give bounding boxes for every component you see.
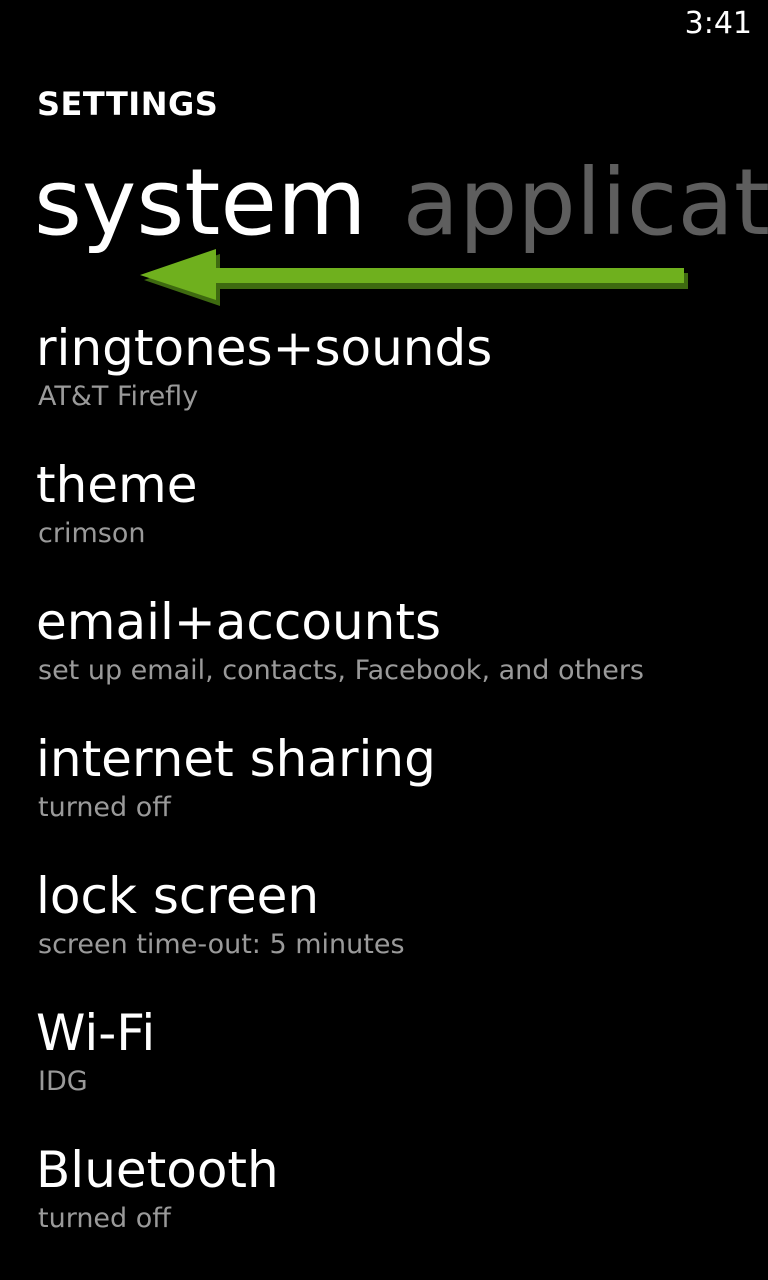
pivot-header[interactable]: system applicat xyxy=(34,148,768,258)
settings-item-theme[interactable]: theme crimson xyxy=(36,455,756,592)
status-bar-time: 3:41 xyxy=(684,6,752,41)
swipe-arrow-shape xyxy=(144,254,688,306)
settings-item-title: Wi-Fi xyxy=(36,1004,156,1062)
settings-item-email-accounts[interactable]: email+accounts set up email, contacts, F… xyxy=(36,592,756,729)
settings-item-subtitle: set up email, contacts, Facebook, and ot… xyxy=(38,655,644,686)
settings-list: ringtones+sounds AT&T Firefly theme crim… xyxy=(36,318,756,1277)
settings-item-subtitle: screen time-out: 5 minutes xyxy=(38,929,405,960)
settings-item-subtitle: AT&T Firefly xyxy=(38,381,199,412)
settings-item-title: email+accounts xyxy=(36,593,442,651)
settings-item-bluetooth[interactable]: Bluetooth turned off xyxy=(36,1140,756,1277)
settings-item-title: lock screen xyxy=(36,867,320,925)
tab-system[interactable]: system xyxy=(34,148,367,258)
settings-item-wifi[interactable]: Wi-Fi IDG xyxy=(36,1003,756,1140)
settings-item-subtitle: IDG xyxy=(38,1066,88,1097)
settings-item-lock-screen[interactable]: lock screen screen time-out: 5 minutes xyxy=(36,866,756,1003)
settings-item-title: Bluetooth xyxy=(36,1141,279,1199)
settings-item-title: ringtones+sounds xyxy=(36,319,493,377)
settings-item-ringtones-sounds[interactable]: ringtones+sounds AT&T Firefly xyxy=(36,318,756,455)
settings-item-subtitle: turned off xyxy=(38,792,171,823)
app-title: SETTINGS xyxy=(37,85,219,123)
tab-applications[interactable]: applicat xyxy=(403,148,768,258)
settings-item-title: internet sharing xyxy=(36,730,436,788)
settings-item-subtitle: turned off xyxy=(38,1203,171,1234)
settings-item-title: theme xyxy=(36,456,198,514)
settings-item-subtitle: crimson xyxy=(38,518,146,549)
settings-item-internet-sharing[interactable]: internet sharing turned off xyxy=(36,729,756,866)
